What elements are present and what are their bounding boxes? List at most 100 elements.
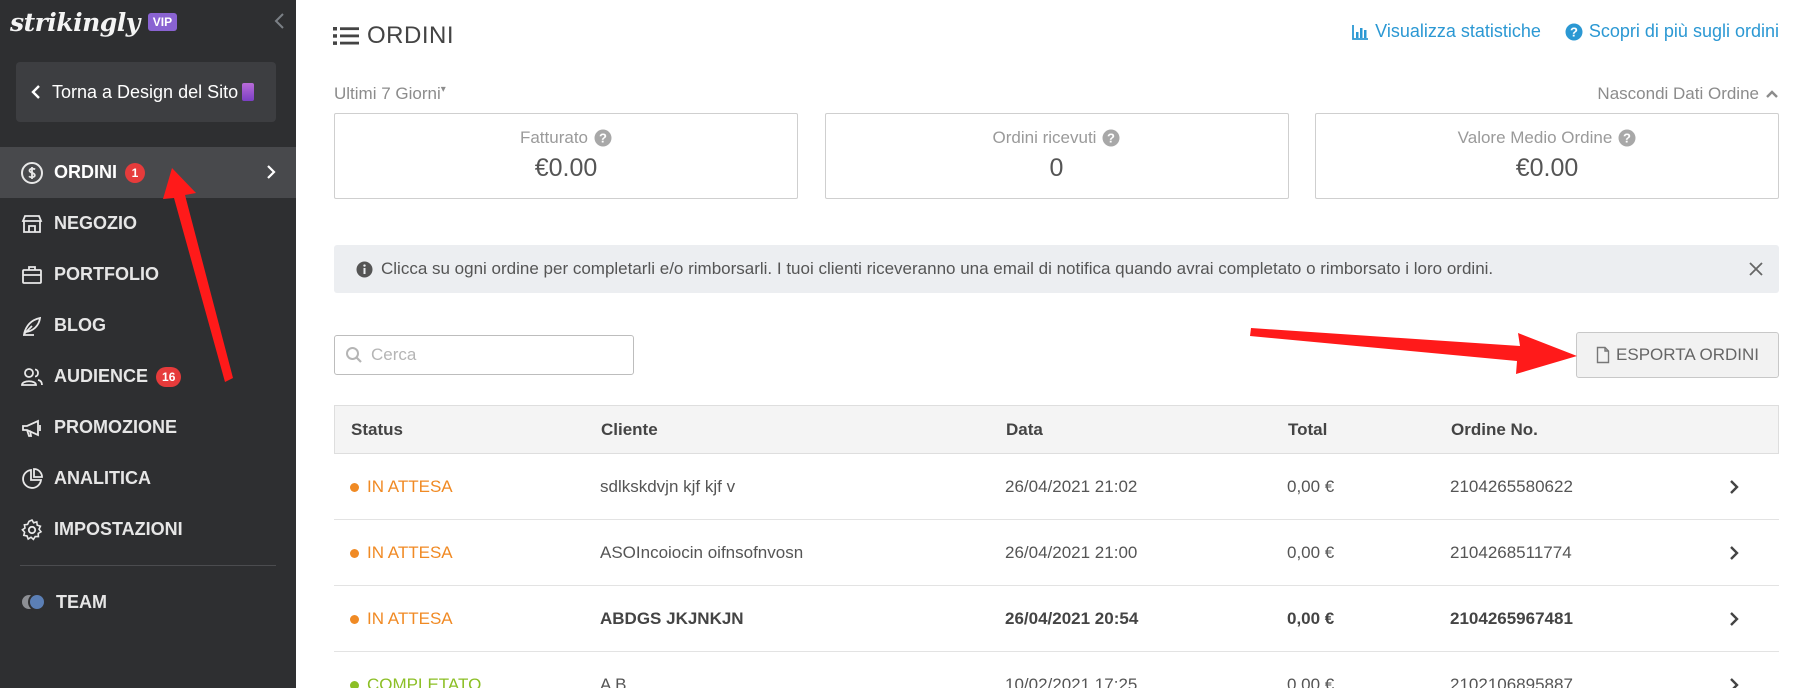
vip-badge: VIP: [147, 13, 178, 31]
table-header: Status Cliente Data Total Ordine No.: [334, 405, 1779, 454]
status-cell: COMPLETATO: [334, 675, 600, 688]
table-row[interactable]: IN ATTESA ABDGS JKJNKJN 26/04/2021 20:54…: [334, 586, 1779, 652]
sidebar-item-ordini[interactable]: ORDINI 1: [0, 147, 296, 198]
sidebar-item-label: IMPOSTAZIONI: [54, 519, 183, 539]
logo-row: strikingly VIP: [0, 0, 296, 44]
sidebar-item-portfolio[interactable]: PORTFOLIO: [0, 249, 296, 300]
column-header-cliente[interactable]: Cliente: [601, 420, 1006, 440]
status-label: IN ATTESA: [367, 476, 453, 496]
team-avatars-icon: [20, 591, 46, 613]
caret-down-icon: ▾: [440, 84, 446, 95]
collapse-sidebar-icon[interactable]: [272, 11, 288, 31]
card-label-text: Valore Medio Ordine: [1457, 128, 1613, 147]
total-cell: 0,00 €: [1287, 542, 1335, 562]
order-number-cell: 2102106895887: [1450, 674, 1573, 688]
status-cell: IN ATTESA: [334, 477, 600, 497]
total-cell: 0,00 €: [1287, 608, 1335, 628]
view-statistics-label: Visualizza statistiche: [1375, 21, 1541, 41]
status-label: IN ATTESA: [367, 608, 453, 628]
page-title-text: ORDINI: [367, 22, 454, 49]
orders-received-card: Ordini ricevuti ? 0: [824, 113, 1289, 199]
customer-cell: sdlkskdvjn kjf kjf v: [600, 476, 736, 496]
sidebar-item-audience[interactable]: AUDIENCE 16: [0, 351, 296, 402]
status-label: IN ATTESA: [367, 542, 453, 562]
audience-count-badge: 16: [156, 366, 182, 387]
help-circle-icon[interactable]: ?: [1102, 129, 1120, 147]
column-header-status[interactable]: Status: [335, 420, 601, 440]
svg-text:?: ?: [599, 131, 607, 146]
hide-order-data-toggle[interactable]: Nascondi Dati Ordine: [1597, 84, 1779, 104]
chevron-left-icon: [31, 85, 40, 99]
chevron-right-icon[interactable]: [1729, 677, 1739, 688]
back-to-design-button[interactable]: Torna a Design del Sito: [16, 62, 276, 122]
export-orders-button[interactable]: ESPORTA ORDINI: [1576, 332, 1779, 378]
sidebar-item-impostazioni[interactable]: IMPOSTAZIONI: [0, 504, 296, 555]
gear-icon: [21, 518, 43, 541]
sidebar-item-label: BLOG: [54, 315, 106, 335]
card-value: €0.00: [534, 154, 598, 182]
main-content: ORDINI Visualizza statistiche ? Scopri d…: [296, 0, 1819, 688]
search-box: [334, 335, 634, 375]
sidebar-item-blog[interactable]: BLOG: [0, 300, 296, 351]
sidebar-item-label: ORDINI: [54, 162, 117, 182]
status-cell: IN ATTESA: [334, 609, 600, 629]
strikingly-logo[interactable]: strikingly: [10, 8, 140, 37]
help-circle-icon[interactable]: ?: [594, 129, 612, 147]
revenue-card: Fatturato ? €0.00: [334, 113, 798, 199]
customer-cell: ASOIncoiocin oifnsofnvosn: [600, 542, 804, 562]
sidebar-item-label: AUDIENCE: [54, 366, 149, 386]
date-range-value: Ultimi 7 Giorni: [334, 84, 441, 103]
column-header-data[interactable]: Data: [1006, 420, 1288, 440]
hide-order-data-label: Nascondi Dati Ordine: [1597, 84, 1759, 103]
total-cell: 0,00 €: [1287, 476, 1335, 496]
status-label: COMPLETATO: [367, 674, 482, 688]
total-cell: 0,00 €: [1287, 674, 1335, 688]
info-icon: [356, 261, 373, 277]
table-row[interactable]: IN ATTESA sdlkskdvjn kjf kjf v 26/04/202…: [334, 454, 1779, 520]
file-icon: [1596, 346, 1610, 364]
sidebar-item-label: ANALITICA: [54, 468, 151, 488]
briefcase-icon: [22, 265, 42, 284]
status-cell: IN ATTESA: [334, 543, 600, 563]
chevron-up-icon: [1766, 90, 1778, 98]
header-links: Visualizza statistiche ? Scopri di più s…: [1351, 21, 1779, 42]
status-dot: [350, 614, 359, 624]
table-row[interactable]: COMPLETATO A B 10/02/2021 17:25 0,00 € 2…: [334, 652, 1779, 688]
close-icon[interactable]: [1747, 260, 1765, 278]
card-label: Fatturato ?: [520, 128, 612, 148]
view-statistics-link[interactable]: Visualizza statistiche: [1351, 21, 1541, 42]
status-dot: [350, 482, 359, 492]
bar-chart-icon: [1352, 24, 1369, 40]
dollar-circle-icon: [21, 161, 43, 184]
column-header-total[interactable]: Total: [1288, 420, 1451, 440]
table-row[interactable]: IN ATTESA ASOIncoiocin oifnsofnvosn 26/0…: [334, 520, 1779, 586]
chevron-right-icon[interactable]: [1729, 545, 1739, 561]
svg-text:?: ?: [1623, 131, 1631, 146]
customer-cell: ABDGS JKJNKJN: [600, 608, 744, 628]
order-number-cell: 2104268511774: [1450, 542, 1572, 562]
search-input[interactable]: [371, 345, 621, 365]
pie-chart-icon: [22, 467, 43, 489]
svg-text:?: ?: [1107, 131, 1115, 146]
chevron-right-icon[interactable]: [1729, 611, 1739, 627]
sidebar-item-negozio[interactable]: NEGOZIO: [0, 198, 296, 249]
column-header-ordine[interactable]: Ordine No.: [1451, 420, 1711, 440]
status-dot: [350, 680, 359, 688]
card-value: 0: [1049, 154, 1064, 182]
learn-more-orders-link[interactable]: ? Scopri di più sugli ordini: [1565, 21, 1779, 42]
date-cell: 26/04/2021 20:54: [1005, 608, 1139, 628]
sidebar-item-label: PORTFOLIO: [54, 264, 159, 284]
average-order-value-card: Valore Medio Ordine ? €0.00: [1315, 113, 1779, 199]
sidebar-item-promozione[interactable]: PROMOZIONE: [0, 402, 296, 453]
summary-cards: Fatturato ? €0.00 Ordini ricevuti ? 0 Va…: [334, 113, 1779, 199]
sidebar-item-analitica[interactable]: ANALITICA: [0, 453, 296, 504]
date-range-dropdown[interactable]: Ultimi 7 Giorni▾: [334, 84, 446, 104]
sidebar-item-label: TEAM: [56, 591, 107, 612]
sidebar-item-team[interactable]: TEAM: [0, 580, 296, 624]
sidebar: strikingly VIP Torna a Design del Sito O…: [0, 0, 296, 688]
chevron-right-icon[interactable]: [1729, 479, 1739, 495]
help-circle-icon[interactable]: ?: [1618, 129, 1636, 147]
page-title: ORDINI: [333, 22, 454, 50]
notice-text: Clicca su ogni ordine per completarli e/…: [381, 259, 1494, 278]
store-icon: [21, 214, 43, 233]
